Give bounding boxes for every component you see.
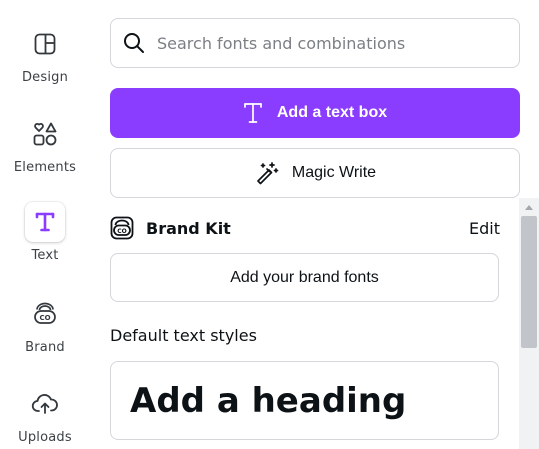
brand-kit-header: CO Brand Kit Edit (110, 214, 500, 242)
add-brand-fonts-button[interactable]: Add your brand fonts (110, 253, 499, 302)
text-icon (25, 202, 65, 242)
elements-icon (25, 114, 65, 154)
magic-write-button[interactable]: Magic Write (110, 148, 520, 198)
scroll-up-arrow-icon[interactable] (519, 198, 539, 216)
sidebar-item-label: Elements (13, 160, 77, 175)
sidebar-item-label: Text (31, 248, 59, 263)
sidebar-item-label: Brand (25, 340, 65, 355)
scrollbar[interactable] (519, 198, 539, 449)
text-type-icon (243, 102, 263, 124)
sidebar-item-design[interactable]: Design (0, 24, 90, 85)
uploads-icon (25, 384, 65, 424)
brand-icon: CO (25, 294, 65, 334)
add-text-box-label: Add a text box (276, 104, 388, 121)
svg-text:CO: CO (39, 314, 50, 322)
text-panel-app: Design Elements Text CO Brand Uploads Se… (0, 0, 539, 449)
search-icon (123, 32, 145, 54)
scrollbar-thumb[interactable] (521, 216, 537, 348)
search-input[interactable] (157, 33, 497, 53)
svg-text:CO: CO (117, 228, 127, 235)
sidebar-item-uploads[interactable]: Uploads (0, 384, 90, 445)
magic-write-label: Magic Write (291, 164, 377, 181)
add-text-box-button[interactable]: Add a text box (110, 88, 520, 138)
brand-kit-icon: CO (110, 216, 134, 240)
sidebar-item-label: Uploads (18, 430, 72, 445)
text-panel: Add a text box Magic Write (90, 0, 539, 449)
sidebar-item-brand[interactable]: CO Brand (0, 294, 90, 355)
brand-kit-title: Brand Kit (146, 218, 231, 238)
brand-kit-edit-link[interactable]: Edit (469, 219, 500, 238)
search-box[interactable] (110, 18, 520, 68)
add-heading-card[interactable]: Add a heading (110, 361, 499, 440)
magic-wand-icon (254, 160, 280, 186)
side-rail: Design Elements Text CO Brand Uploads (0, 0, 90, 449)
design-icon (25, 24, 65, 64)
sidebar-item-elements[interactable]: Elements (0, 114, 90, 175)
default-text-styles-title: Default text styles (110, 326, 257, 345)
sidebar-item-label: Design (21, 70, 69, 85)
sidebar-item-text[interactable]: Text (0, 202, 90, 263)
